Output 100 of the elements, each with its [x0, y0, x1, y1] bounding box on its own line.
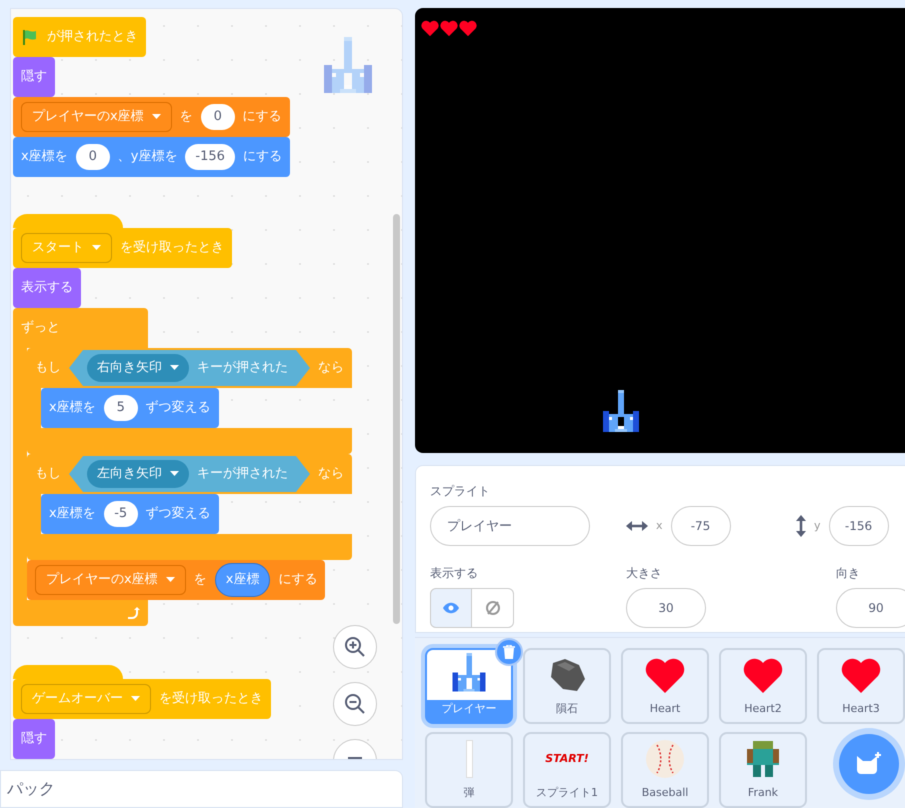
sprite-tile[interactable]: 隕石: [523, 648, 611, 724]
dropdown-menu[interactable]: 左向き矢印: [87, 460, 189, 488]
block-label: を受け取ったとき: [120, 239, 224, 258]
sprite-tile[interactable]: Heart2: [719, 648, 807, 724]
block-label: x座標を: [21, 148, 68, 166]
block-label: キーが押された: [197, 465, 288, 484]
if-block-header[interactable]: もし 左向き矢印 キーが押された なら: [27, 454, 352, 494]
start-text-image: START!: [545, 750, 589, 767]
number-input[interactable]: 0: [200, 104, 235, 130]
block-label: ずつ変える: [146, 399, 211, 418]
code-block[interactable]: 隠す: [13, 57, 55, 97]
caret-icon: [152, 114, 161, 120]
sprite-tile[interactable]: Heart3: [817, 648, 905, 724]
heart-icon: [459, 20, 477, 36]
flag-icon: [21, 28, 39, 46]
show-label: 表示する: [430, 565, 479, 582]
number-input[interactable]: -156: [185, 144, 235, 170]
boolean-block[interactable]: 左向き矢印 キーが押された: [69, 456, 310, 492]
caret-icon: [170, 471, 179, 477]
sprite-tile[interactable]: プレイヤー: [425, 648, 513, 724]
code-block[interactable]: プレイヤーのx座標 を x座標 にする: [27, 560, 326, 600]
if-block-header[interactable]: もし 右向き矢印 キーが押された なら: [27, 348, 352, 388]
sprite-label: スプライト: [430, 483, 491, 500]
sprite-tile[interactable]: 弾: [425, 732, 513, 808]
block-label: ずつ変える: [146, 505, 211, 524]
sprite-tile[interactable]: Baseball: [621, 732, 709, 808]
heart-icon: [645, 657, 685, 693]
block-label: を: [194, 571, 207, 590]
block-label: もし: [35, 465, 61, 484]
heart-icon: [440, 20, 458, 36]
block-label: なら: [318, 465, 344, 484]
backpack-bar[interactable]: パック: [0, 770, 403, 808]
sprite-name: スプライト1: [536, 785, 598, 801]
delete-button[interactable]: [495, 638, 523, 666]
code-block[interactable]: プレイヤーのx座標 を 0 にする: [13, 97, 290, 137]
zoom-out-button[interactable]: [333, 682, 377, 726]
zoom-out-icon: [344, 693, 366, 715]
block-label: もし: [35, 359, 61, 378]
scrollbar[interactable]: [393, 214, 400, 624]
direction-field[interactable]: 90: [836, 588, 905, 628]
code-block[interactable]: 隠す: [13, 719, 55, 759]
hide-button[interactable]: [472, 588, 514, 628]
block-label: ずっと: [21, 319, 60, 338]
block-label: 隠す: [21, 68, 47, 86]
sprite-name: Heart2: [744, 701, 782, 717]
add-sprite-button[interactable]: [839, 734, 899, 794]
block-label: x座標を: [49, 505, 96, 524]
baseball-icon: [645, 739, 685, 779]
caret-icon: [131, 696, 140, 702]
code-block[interactable]: 表示する: [13, 268, 81, 308]
vertical-arrow-icon: [796, 515, 806, 538]
sprite-name: Heart: [650, 701, 680, 717]
dropdown-menu[interactable]: 右向き矢印: [87, 354, 189, 382]
block-label: が押されたとき: [47, 28, 138, 46]
y-field[interactable]: -156: [828, 506, 889, 546]
sprite-name: 隕石: [556, 701, 578, 717]
block-label: にする: [278, 571, 318, 590]
heart-icon: [421, 20, 439, 36]
block-label: 隠す: [21, 730, 47, 748]
block-label: キーが押された: [197, 359, 288, 378]
sprite-name: プレイヤー: [442, 701, 496, 717]
direction-label: 向き: [836, 565, 861, 582]
number-input[interactable]: 0: [76, 144, 110, 170]
sprite-name-field[interactable]: プレイヤー: [430, 506, 590, 546]
boolean-block[interactable]: 右向き矢印 キーが押された: [69, 350, 310, 386]
code-block[interactable]: x座標を 5 ずつ変える: [41, 388, 219, 428]
zoom-in-button[interactable]: [333, 625, 377, 669]
y-label: y: [814, 518, 821, 534]
code-block[interactable]: x座標を 0 、y座標を -156 にする: [13, 137, 290, 177]
block-label: なら: [318, 359, 344, 378]
caret-icon: [166, 577, 175, 583]
number-input[interactable]: 5: [104, 395, 138, 421]
block-label: を: [180, 108, 193, 126]
caret-icon: [92, 245, 101, 251]
sprite-name: Frank: [748, 785, 778, 801]
heart-icon: [743, 657, 783, 693]
size-field[interactable]: 30: [626, 588, 706, 628]
x-label: x: [656, 518, 663, 534]
code-block[interactable]: x座標を -5 ずつ変える: [41, 494, 219, 534]
show-button[interactable]: [430, 588, 472, 628]
sprite-name: Baseball: [642, 785, 688, 801]
size-label: 大きさ: [626, 565, 663, 582]
caret-icon: [170, 365, 179, 371]
reporter-block[interactable]: x座標: [214, 563, 270, 597]
backpack-label: パック: [7, 778, 55, 800]
block-label: にする: [242, 148, 282, 166]
sprite-tile[interactable]: Heart: [621, 648, 709, 724]
sprite-tile[interactable]: START! スプライト1: [523, 732, 611, 808]
block-label: 表示する: [21, 279, 73, 298]
number-input[interactable]: -5: [104, 501, 138, 527]
heart-icon: [841, 657, 881, 693]
trash-icon: [503, 645, 515, 659]
eye-icon: [442, 602, 460, 614]
sprite-tile[interactable]: Frank: [719, 732, 807, 808]
block-label: を受け取ったとき: [159, 690, 263, 708]
sprite-name: 弾: [464, 785, 474, 801]
block-label: にする: [242, 108, 282, 126]
hidden-icon: [484, 599, 502, 618]
x-field[interactable]: -75: [670, 506, 731, 546]
sprite-name: Heart3: [842, 701, 880, 717]
